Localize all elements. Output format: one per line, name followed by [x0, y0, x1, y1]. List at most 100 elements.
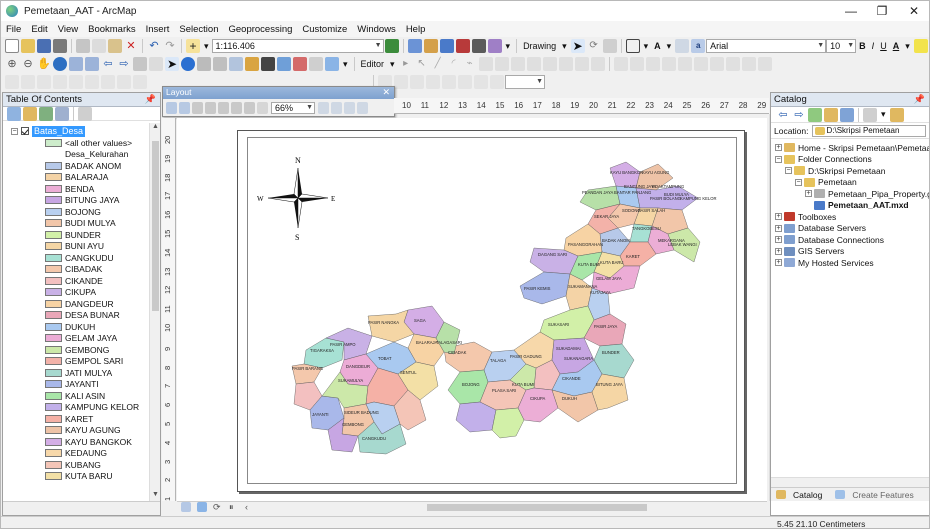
- edit-tool-icon[interactable]: ▸: [399, 57, 413, 71]
- legend-swatch[interactable]: [45, 391, 62, 400]
- legend-swatch[interactable]: [45, 276, 62, 285]
- copy-icon[interactable]: [92, 39, 106, 53]
- legend-swatch[interactable]: [45, 357, 62, 366]
- solve-icon[interactable]: [69, 75, 83, 89]
- legend-swatch[interactable]: [45, 230, 62, 239]
- expand-icon[interactable]: +: [775, 213, 782, 221]
- forward-icon[interactable]: ⇨: [792, 108, 806, 122]
- list-by-selection-icon[interactable]: [55, 106, 69, 121]
- change-layout-icon[interactable]: [344, 101, 355, 114]
- expand-icon[interactable]: +: [775, 247, 782, 255]
- tab-create-features[interactable]: Create Features: [830, 490, 921, 500]
- legend-item[interactable]: BADAK ANOM: [3, 160, 149, 172]
- legend-item[interactable]: GEMPOL SARI: [3, 356, 149, 368]
- attributes-icon[interactable]: [558, 57, 573, 71]
- legend-item[interactable]: DESA BUNAR: [3, 310, 149, 322]
- legend-item[interactable]: JAYANTI: [3, 379, 149, 391]
- catalog-tree-item[interactable]: + Toolboxes: [771, 211, 929, 223]
- draw-curve-icon[interactable]: [410, 75, 424, 89]
- focus-data-frame-icon[interactable]: [331, 101, 342, 114]
- modelbuilder-icon[interactable]: [487, 39, 502, 53]
- legend-item[interactable]: DUKUH: [3, 321, 149, 333]
- table-of-contents-icon[interactable]: [407, 39, 422, 53]
- legend-item[interactable]: KUTA BARU: [3, 471, 149, 483]
- legend-swatch[interactable]: [45, 242, 62, 251]
- hyperlink-icon[interactable]: [229, 57, 243, 71]
- list-by-drawing-order-icon[interactable]: [7, 106, 21, 121]
- expand-icon[interactable]: +: [805, 190, 812, 198]
- legend-swatch[interactable]: [45, 311, 62, 320]
- legend-item[interactable]: CIKUPA: [3, 287, 149, 299]
- legend-swatch[interactable]: [45, 299, 62, 308]
- canvas-scroll-thumb[interactable]: [427, 504, 647, 511]
- menu-customize[interactable]: Customize: [297, 24, 352, 35]
- legend-item[interactable]: JATI MULYA: [3, 367, 149, 379]
- minimize-button[interactable]: —: [836, 1, 866, 21]
- legend-swatch[interactable]: [45, 219, 62, 228]
- bold-button[interactable]: B: [859, 41, 866, 51]
- legend-item[interactable]: KEDAUNG: [3, 448, 149, 460]
- scroll-thumb[interactable]: [152, 141, 159, 311]
- expand-icon[interactable]: +: [775, 144, 782, 152]
- legend-swatch[interactable]: [45, 449, 62, 458]
- cut-icon[interactable]: [76, 39, 90, 53]
- menu-bookmarks[interactable]: Bookmarks: [83, 24, 141, 35]
- network-edit-icon[interactable]: [5, 75, 19, 89]
- catalog-horizontal-scrollbar[interactable]: [771, 477, 929, 487]
- layout-canvas[interactable]: N S E W KAYU BANGKOK KAYU AGUNG PEANDAN …: [177, 118, 767, 501]
- scroll-down-icon[interactable]: ▼: [150, 491, 161, 501]
- new-text-icon[interactable]: A: [654, 41, 661, 51]
- legend-item[interactable]: BUNI AYU: [3, 241, 149, 253]
- edit-annotation-icon[interactable]: ↖: [415, 57, 429, 71]
- catalog-tree-item[interactable]: + Pemetaan_Pipa_Property.gdb: [771, 188, 929, 200]
- legend-swatch[interactable]: [45, 403, 62, 412]
- go-back-extent-icon[interactable]: [257, 101, 268, 114]
- collapse-icon[interactable]: −: [775, 155, 782, 163]
- layout-view-icon[interactable]: [325, 57, 339, 71]
- font-size-combo[interactable]: 10 ▼: [826, 39, 857, 53]
- back-icon[interactable]: ⇦: [776, 108, 790, 122]
- menu-edit[interactable]: Edit: [26, 24, 52, 35]
- go-forward-icon[interactable]: ⇨: [117, 57, 131, 71]
- fixed-zoom-out-layout-icon[interactable]: [244, 101, 255, 114]
- zoom-whole-page-button[interactable]: [205, 101, 216, 114]
- catalog-tree-item[interactable]: + Database Connections: [771, 234, 929, 246]
- reshape-icon[interactable]: [494, 57, 509, 71]
- font-name-combo[interactable]: Arial ▼: [706, 39, 827, 53]
- home-folder-icon[interactable]: [824, 107, 838, 122]
- draw-freehand-icon[interactable]: [426, 75, 440, 89]
- georef-icon[interactable]: [613, 57, 628, 71]
- legend-swatch[interactable]: [45, 334, 62, 343]
- straight-segment-icon[interactable]: ╱: [431, 57, 445, 71]
- rotate-icon[interactable]: ⟳: [587, 39, 601, 53]
- snapping-icon[interactable]: [629, 57, 644, 71]
- layout-zoom-in-icon[interactable]: [166, 101, 177, 114]
- legend-item[interactable]: KAMPUNG KELOR: [3, 402, 149, 414]
- legend-swatch[interactable]: [45, 253, 62, 262]
- add-data-icon[interactable]: +: [186, 39, 200, 53]
- legend-item[interactable]: KUBANG: [3, 459, 149, 471]
- scroll-left-icon[interactable]: ‹: [245, 502, 255, 512]
- viewer-window-icon[interactable]: [309, 57, 323, 71]
- zoom-in-icon[interactable]: ⊕: [5, 57, 19, 71]
- layer-visibility-checkbox[interactable]: [21, 127, 29, 135]
- collapse-icon[interactable]: −: [11, 127, 18, 135]
- go-to-xy-icon[interactable]: [277, 57, 291, 71]
- toc-scrollbar[interactable]: ▲ ▼: [149, 123, 160, 501]
- trace-icon[interactable]: ⌁: [463, 57, 477, 71]
- data-driven-pages-icon[interactable]: [357, 101, 368, 114]
- legend-item[interactable]: CIBADAK: [3, 264, 149, 276]
- select-features-icon[interactable]: [133, 57, 147, 71]
- catalog-pin-icon[interactable]: 📌: [914, 93, 925, 106]
- maximize-button[interactable]: ❐: [867, 1, 897, 21]
- cut-polygons-icon[interactable]: [510, 57, 525, 71]
- zoom-100-icon[interactable]: [218, 101, 229, 114]
- legend-swatch[interactable]: [45, 196, 62, 205]
- rotate-edit-icon[interactable]: [542, 57, 557, 71]
- expand-icon[interactable]: +: [775, 236, 782, 244]
- select-elements-icon[interactable]: ➤: [570, 39, 585, 53]
- fixed-zoom-out-icon[interactable]: [85, 57, 99, 71]
- spatial-adjust-icon[interactable]: [677, 57, 692, 71]
- draw-polygon-icon[interactable]: [394, 75, 408, 89]
- layout-view-button-icon[interactable]: [197, 502, 207, 512]
